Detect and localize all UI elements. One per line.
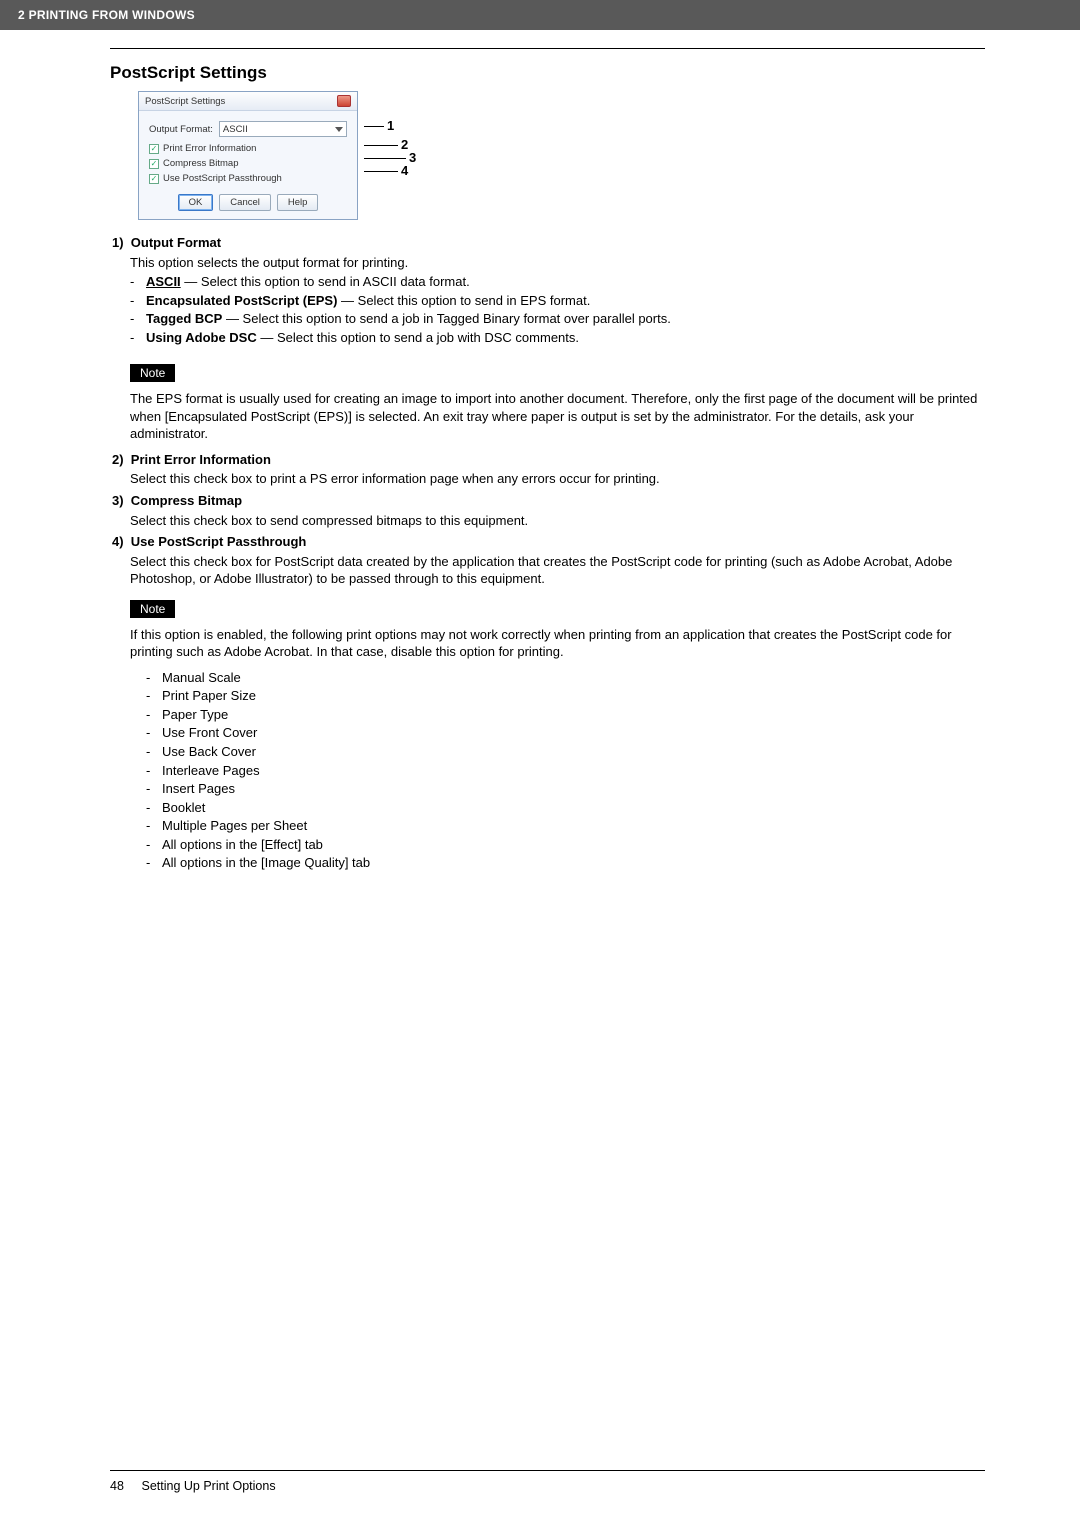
item-number: 2) (112, 452, 124, 467)
dialog-button-row: OK Cancel Help (149, 194, 347, 211)
dialog-figure: PostScript Settings Output Format: ASCII… (138, 91, 985, 220)
item-desc: This option selects the output format fo… (130, 254, 985, 272)
opt-label: Encapsulated PostScript (EPS) (146, 293, 337, 308)
item-4: 4) Use PostScript Passthrough Select thi… (112, 533, 985, 872)
list-item: Use Back Cover (146, 743, 985, 761)
footer-rule (110, 1470, 985, 1471)
list-item: Encapsulated PostScript (EPS) — Select t… (130, 292, 985, 310)
list-item: ASCII — Select this option to send in AS… (130, 273, 985, 291)
list-item: Print Paper Size (146, 687, 985, 705)
note-tag: Note (130, 364, 175, 382)
opt-text: — Select this option to send a job in Ta… (222, 311, 671, 326)
numbered-list: 1) Output Format This option selects the… (112, 234, 985, 872)
opt-text: — Select this option to send in EPS form… (337, 293, 590, 308)
help-button[interactable]: Help (277, 194, 319, 211)
list-item: Insert Pages (146, 780, 985, 798)
dialog-titlebar: PostScript Settings (139, 92, 357, 111)
list-item: Tagged BCP — Select this option to send … (130, 310, 985, 328)
list-item: All options in the [Effect] tab (146, 836, 985, 854)
item-1: 1) Output Format This option selects the… (112, 234, 985, 443)
section-title: PostScript Settings (110, 63, 985, 83)
checkbox-icon (149, 159, 159, 169)
item-title: Compress Bitmap (131, 493, 242, 508)
callout-1: 1 (387, 118, 394, 133)
page-footer: 48 Setting Up Print Options (0, 1470, 1080, 1513)
note-tag: Note (130, 600, 175, 618)
dialog-body: Output Format: ASCII Print Error Informa… (139, 111, 357, 219)
checkbox-print-error[interactable]: Print Error Information (149, 143, 347, 154)
output-format-options: ASCII — Select this option to send in AS… (130, 273, 985, 346)
output-format-select[interactable]: ASCII (219, 121, 347, 137)
footer-title: Setting Up Print Options (141, 1479, 275, 1493)
checkbox-label: Use PostScript Passthrough (163, 173, 282, 184)
list-item: All options in the [Image Quality] tab (146, 854, 985, 872)
checkbox-label: Compress Bitmap (163, 158, 239, 169)
callout-2: 2 (401, 137, 408, 152)
opt-label: ASCII (146, 274, 181, 289)
item-desc: Select this check box to send compressed… (130, 512, 985, 530)
footer-text: 48 Setting Up Print Options (110, 1479, 985, 1493)
output-format-row: Output Format: ASCII (149, 121, 347, 137)
callout-3: 3 (409, 150, 416, 165)
item-desc: Select this check box for PostScript dat… (130, 553, 985, 588)
checkbox-label: Print Error Information (163, 143, 256, 154)
affected-options-list: Manual Scale Print Paper Size Paper Type… (146, 669, 985, 872)
list-item: Paper Type (146, 706, 985, 724)
opt-text: — Select this option to send a job with … (257, 330, 579, 345)
chevron-down-icon (335, 127, 343, 132)
item-3: 3) Compress Bitmap Select this check box… (112, 492, 985, 529)
opt-text: — Select this option to send in ASCII da… (181, 274, 470, 289)
checkbox-passthrough[interactable]: Use PostScript Passthrough (149, 173, 347, 184)
ok-button[interactable]: OK (178, 194, 214, 211)
dialog-title-text: PostScript Settings (145, 96, 225, 107)
item-desc: Select this check box to print a PS erro… (130, 470, 985, 488)
section-rule (110, 48, 985, 49)
output-format-label: Output Format: (149, 124, 213, 135)
page-content: PostScript Settings PostScript Settings … (0, 30, 1080, 910)
checkbox-icon (149, 174, 159, 184)
postscript-settings-dialog: PostScript Settings Output Format: ASCII… (138, 91, 358, 220)
page-number: 48 (110, 1479, 138, 1493)
item-2: 2) Print Error Information Select this c… (112, 451, 985, 488)
item-title: Use PostScript Passthrough (131, 534, 307, 549)
list-item: Use Front Cover (146, 724, 985, 742)
checkbox-compress-bitmap[interactable]: Compress Bitmap (149, 158, 347, 169)
list-item: Interleave Pages (146, 762, 985, 780)
list-item: Booklet (146, 799, 985, 817)
item-number: 3) (112, 493, 124, 508)
item-number: 1) (112, 235, 124, 250)
note-text: The EPS format is usually used for creat… (130, 390, 985, 443)
checkbox-icon (149, 144, 159, 154)
item-title: Print Error Information (131, 452, 271, 467)
item-title: Output Format (131, 235, 221, 250)
opt-label: Tagged BCP (146, 311, 222, 326)
opt-label: Using Adobe DSC (146, 330, 257, 345)
output-format-value: ASCII (223, 124, 248, 135)
item-number: 4) (112, 534, 124, 549)
chapter-header: 2 PRINTING FROM WINDOWS (0, 0, 1080, 30)
close-icon[interactable] (337, 95, 351, 107)
chapter-header-text: 2 PRINTING FROM WINDOWS (18, 8, 195, 22)
callout-4: 4 (401, 163, 408, 178)
cancel-button[interactable]: Cancel (219, 194, 271, 211)
callout-numbers: 1 2 3 4 (364, 91, 416, 177)
list-item: Manual Scale (146, 669, 985, 687)
note-intro: If this option is enabled, the following… (130, 626, 985, 661)
list-item: Using Adobe DSC — Select this option to … (130, 329, 985, 347)
list-item: Multiple Pages per Sheet (146, 817, 985, 835)
